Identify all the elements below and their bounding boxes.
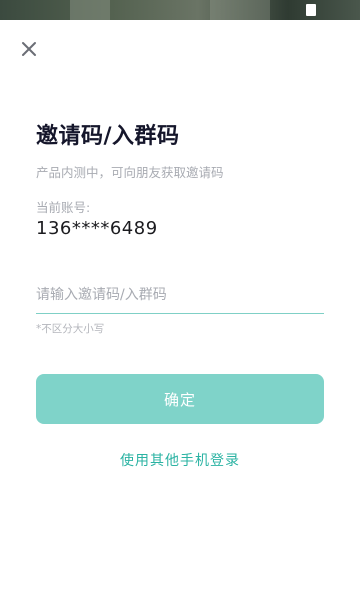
case-insensitive-hint: *不区分大小写: [36, 323, 105, 335]
invite-code-input[interactable]: [36, 276, 324, 314]
current-account-number: 136****6489: [36, 218, 158, 239]
login-other-phone-link[interactable]: 使用其他手机登录: [0, 450, 360, 470]
confirm-button[interactable]: 确定: [36, 374, 324, 424]
close-icon: [22, 42, 36, 56]
close-button[interactable]: [20, 40, 38, 58]
status-indicator-icon: [306, 4, 316, 16]
status-bar-noise: [210, 0, 270, 20]
status-bar-noise: [70, 0, 110, 20]
page-subtitle: 产品内测中，可向朋友获取邀请码: [36, 165, 224, 180]
status-bar: [0, 0, 360, 20]
page-title: 邀请码/入群码: [36, 124, 180, 149]
current-account-label: 当前账号:: [36, 200, 91, 215]
invite-code-screen: 邀请码/入群码 产品内测中，可向朋友获取邀请码 当前账号: 136****648…: [0, 0, 360, 600]
